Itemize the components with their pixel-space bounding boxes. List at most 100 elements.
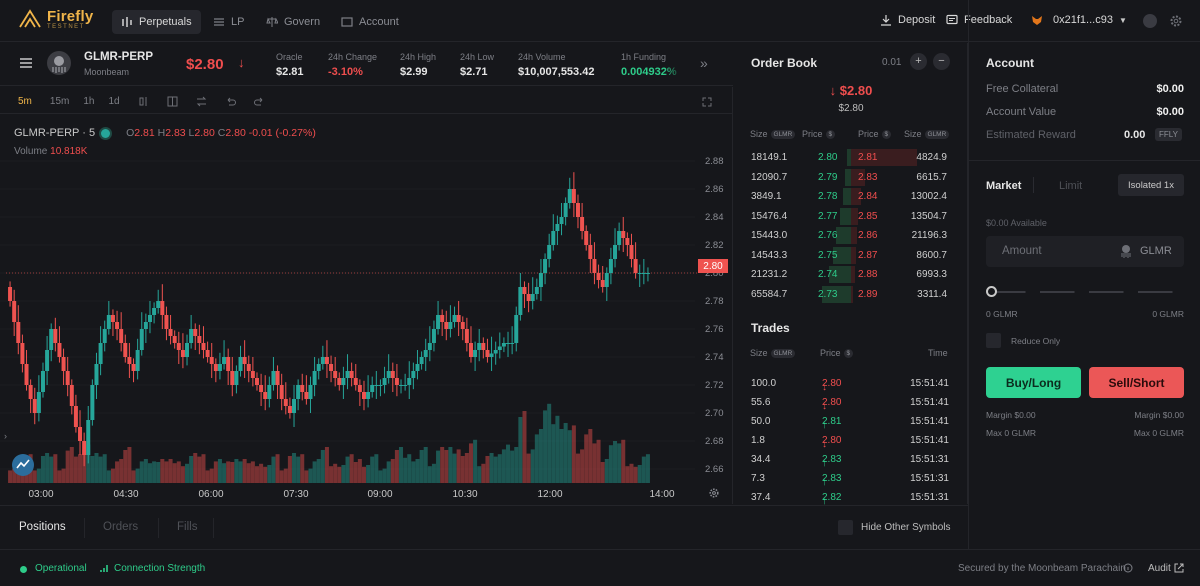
nav-govern[interactable]: Govern (257, 10, 329, 34)
volume-bar (139, 461, 144, 483)
bid-price: 2.73 (818, 288, 838, 300)
volume-bar (90, 456, 95, 483)
ask-size: 13504.7 (910, 210, 947, 222)
x-tick-label: 12:00 (537, 489, 562, 500)
x-tick-label: 07:30 (283, 489, 308, 500)
margin-mode-button[interactable]: Isolated 1x (1118, 174, 1184, 196)
ask-price: 2.81 (858, 152, 878, 163)
volume-bar (580, 449, 585, 483)
volume-bar (98, 456, 103, 483)
candle-body (621, 231, 626, 238)
y-tick-label: 2.78 (705, 296, 724, 307)
orderbook-row[interactable]: 14543.3 2.75 2.87 8600.7 (734, 246, 968, 265)
buy-long-button[interactable]: Buy/Long (986, 367, 1081, 398)
stat-oracle: Oracle $2.81 (276, 52, 304, 78)
nav-lp[interactable]: LP (204, 10, 253, 34)
ask-price: 2.89 (858, 288, 878, 300)
tick-minus-button[interactable]: − (933, 53, 950, 70)
candle-body (571, 189, 576, 203)
tab-market[interactable]: Market (986, 180, 1021, 192)
deposit-button[interactable]: Deposit (880, 14, 935, 26)
expand-left-icon[interactable]: › (4, 431, 7, 441)
info-icon[interactable] (1123, 563, 1133, 573)
volume-bar (209, 468, 214, 483)
volume-bar (271, 456, 276, 483)
secured-by-label[interactable]: Secured by the Moonbeam Parachain (958, 563, 1126, 574)
candle-body (555, 224, 560, 231)
orderbook-row[interactable]: 3849.1 2.78 2.84 13002.4 (734, 187, 968, 206)
volume-bar (242, 459, 247, 483)
settings-gear-icon[interactable] (1169, 14, 1183, 28)
notification-bell-icon[interactable] (1143, 14, 1157, 28)
nav-perpetuals[interactable]: Perpetuals (112, 10, 201, 34)
candle-body (287, 406, 292, 413)
candle-body (448, 322, 453, 329)
volume-bar (600, 462, 605, 483)
external-link-icon[interactable] (1174, 563, 1184, 573)
candle-body (468, 343, 473, 357)
chart-settings-gear-icon[interactable] (708, 487, 720, 499)
slider-min-label: 0 GLMR (986, 309, 1018, 319)
candle-body (185, 343, 190, 357)
orderbook-tick[interactable]: 0.01 (882, 57, 901, 68)
unit-tag: GLMR (924, 130, 950, 139)
orderbook-row[interactable]: 21231.2 2.74 2.88 6993.3 (734, 265, 968, 284)
volume-bar (94, 453, 99, 483)
tab-positions[interactable]: Positions (19, 521, 66, 533)
slider-handle[interactable] (986, 286, 997, 297)
tick-plus-button[interactable]: + (910, 53, 927, 70)
audit-link[interactable]: Audit (1148, 563, 1171, 574)
volume-bar (341, 465, 346, 483)
volume-bar (399, 447, 404, 483)
chat-icon (946, 14, 958, 25)
candle-body (411, 371, 416, 378)
amount-slider[interactable] (986, 286, 1184, 297)
candle-body (637, 273, 642, 274)
amount-input[interactable]: Amount GLMR (986, 236, 1184, 267)
menu-icon[interactable] (19, 57, 33, 69)
nav-account[interactable]: Account (332, 10, 408, 34)
orderbook-row[interactable]: 12090.7 2.79 2.83 6615.7 (734, 168, 968, 187)
tab-orders[interactable]: Orders (103, 521, 138, 533)
volume-bar (267, 465, 272, 483)
orderbook-row[interactable]: 15476.4 2.77 2.85 13504.7 (734, 207, 968, 226)
operational-status: Operational (35, 563, 87, 574)
candle-body (304, 392, 309, 399)
tab-limit[interactable]: Limit (1059, 180, 1082, 192)
candle-body (36, 392, 41, 413)
brand-logo[interactable]: Firefly TESTNET (18, 8, 93, 30)
orderbook-row[interactable]: 18149.1 2.80 2.81 4824.9 (734, 148, 968, 167)
estimated-reward-label: Estimated Reward (986, 129, 1076, 141)
candle-body (460, 322, 465, 329)
stat-label: 24h Change (328, 52, 378, 62)
orderbook-rows: 18149.1 2.80 2.81 4824.9 12090.7 2.79 2.83 6615… (734, 148, 968, 304)
scale-icon (266, 17, 278, 27)
feedback-button[interactable]: Feedback (946, 14, 1012, 26)
trade-time: 15:51:31 (910, 492, 949, 503)
price-chart[interactable]: 5m 15m 1h 1d GLMR-PERP · 5 O2.81 H2.83 L… (0, 87, 733, 504)
y-tick-label: 2.72 (705, 380, 724, 391)
collapse-chevrons-icon[interactable]: » (700, 55, 708, 71)
sell-short-button[interactable]: Sell/Short (1089, 367, 1184, 398)
bid-depth-bar (843, 188, 851, 205)
orderbook-row[interactable]: 15443.0 2.76 2.86 21196.3 (734, 226, 968, 245)
candle-body (69, 385, 74, 406)
stat-label: 24h Volume (518, 52, 566, 62)
candle-body (501, 343, 506, 347)
download-icon (881, 15, 891, 26)
volume-bar (57, 470, 62, 483)
candle-body (423, 350, 428, 357)
orderbook-title: Order Book (751, 56, 818, 70)
header-label: Price (802, 129, 823, 139)
reduce-only-checkbox[interactable] (986, 333, 1001, 348)
volume-bar (259, 463, 264, 483)
orderbook-row[interactable]: 65584.7 2.73 2.89 3311.4 (734, 285, 968, 304)
candle-body (633, 259, 638, 273)
tradingview-logo-icon[interactable] (12, 454, 34, 476)
hide-other-symbols-checkbox[interactable] (838, 520, 853, 535)
market-symbol[interactable]: GLMR-PERP (84, 51, 153, 63)
volume-bar (497, 454, 502, 483)
tab-fills[interactable]: Fills (177, 521, 197, 533)
wallet-button[interactable]: 0x21f1...c93 ▼ (1031, 14, 1127, 26)
x-tick-label: 09:00 (367, 489, 392, 500)
